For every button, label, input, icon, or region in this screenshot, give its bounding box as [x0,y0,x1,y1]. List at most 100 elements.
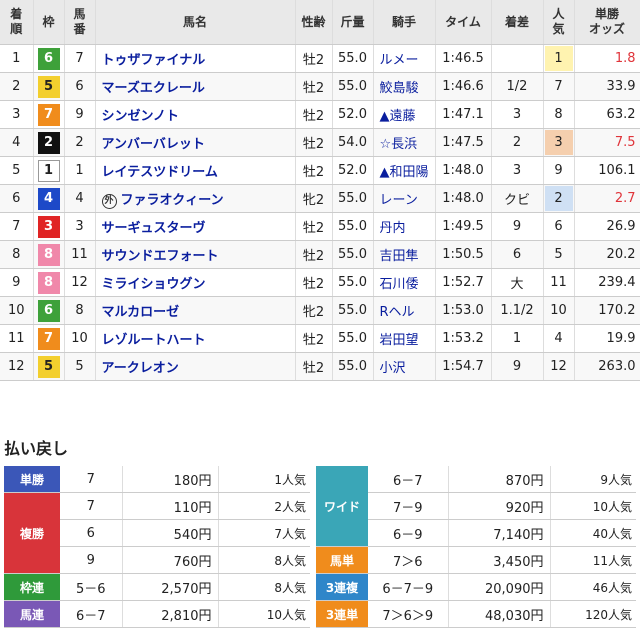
payout-row: 複勝 7 110円 2人気 [4,492,310,574]
race-results-table: 着順 枠 馬番 馬名 性齢 斤量 騎手 タイム 着差 人気 単勝 オッズ 167ト… [0,0,640,381]
popularity-value: 11 [550,275,567,290]
horse-name-link[interactable]: サーギュスターヴ [102,221,206,236]
payout-table-right: ワイド 6－7 870円 9人気 7－9 920円 10人気 6－9 7,140円 40人気 馬単 7… [316,466,636,628]
jockey-link[interactable]: 丹内 [380,221,406,236]
payout-type-label: ワイド [316,466,368,547]
horse-name-cell: マルカローゼ [95,296,296,325]
horse-name-cell: 外ファラオクィーン [95,184,296,213]
payout-type-label: 馬連 [4,600,60,628]
popularity-value: 8 [554,107,563,122]
sexage-cell: 牝2 [295,296,333,325]
weight-cell: 54.0 [332,128,374,157]
results-row: 12 5 5 アークレオン 牡2 55.0 小沢 1:54.7 9 12 263.0 [0,352,640,381]
jockey-link[interactable]: 小沢 [380,361,406,376]
results-row: 6 4 4 外ファラオクィーン 牝2 55.0 レーン 1:48.0 クビ 2 2.7 [0,184,640,213]
horse-name-link[interactable]: シンゼンノト [102,109,179,124]
frame-badge: 5 [37,355,60,378]
sexage-cell: 牡2 [295,268,333,297]
sexage-cell: 牡2 [295,100,333,129]
horse-number-cell: 8 [64,296,96,325]
time-cell: 1:46.5 [435,44,492,73]
frame-cell: 6 [33,296,65,325]
time-cell: 1:54.7 [435,352,492,381]
jockey-link[interactable]: レーン [380,193,418,208]
odds-cell: 33.9 [574,72,640,101]
popularity-cell: 1 [543,44,575,73]
horse-name-link[interactable]: アークレオン [102,361,179,376]
horse-name-cell: アンバーバレット [95,128,296,157]
margin-cell: クビ [491,184,544,213]
col-odds-header: 単勝 オッズ [574,0,640,45]
horse-name-link[interactable]: マルカローゼ [102,305,180,320]
horse-name-link[interactable]: レイテスツドリーム [102,165,218,180]
rank-cell: 8 [0,240,34,269]
time-cell: 1:50.5 [435,240,492,269]
frame-badge: 1 [37,159,60,182]
margin-cell: 9 [491,352,544,381]
payout-popularity: 1人気 [218,466,310,493]
rank-cell: 12 [0,352,34,381]
sexage-cell: 牡2 [295,156,333,185]
jockey-link[interactable]: Rヘル [380,305,415,320]
rank-cell: 10 [0,296,34,325]
jockey-link[interactable]: 吉田隼 [380,249,419,264]
frame-badge: 4 [37,187,60,210]
jockey-link[interactable]: 岩田望 [380,333,419,348]
horse-number-cell: 9 [64,100,96,129]
horse-name-link[interactable]: マーズエクレール [102,81,205,96]
horse-name-link[interactable]: ファラオクィーン [121,193,224,208]
margin-cell [491,44,544,73]
horse-name-cell: マーズエクレール [95,72,296,101]
horse-name-link[interactable]: アンバーバレット [102,137,205,152]
frame-cell: 5 [33,72,65,101]
payout-combination: 5－6 [60,573,123,601]
payout-amount: 20,090円 [448,573,551,601]
time-cell: 1:47.1 [435,100,492,129]
results-row: 3 7 9 シンゼンノト 牡2 52.0 ▲遠藤 1:47.1 3 8 63.2 [0,100,640,129]
horse-name-cell: ミライショウグン [95,268,296,297]
jockey-link[interactable]: ▲遠藤 [380,109,416,124]
payout-combination: 7＞6 [368,546,449,574]
weight-cell: 55.0 [332,352,374,381]
jockey-link[interactable]: ルメー [380,53,419,68]
col-jockey-header: 騎手 [373,0,436,45]
time-cell: 1:53.0 [435,296,492,325]
payout-row: 馬連 6－7 2,810円 10人気 [4,600,310,628]
popularity-cell: 2 [543,184,575,213]
popularity-value: 10 [550,303,567,318]
jockey-link[interactable]: ☆長浜 [380,137,418,152]
frame-cell: 3 [33,212,65,241]
results-row: 9 8 12 ミライショウグン 牡2 55.0 石川倭 1:52.7 大 11 239.4 [0,268,640,297]
jockey-cell: 丹内 [373,212,436,241]
sexage-cell: 牡2 [295,128,333,157]
payout-popularity: 40人気 [550,519,636,547]
odds-cell: 20.2 [574,240,640,269]
frame-cell: 6 [33,44,65,73]
payout-type-label: 馬単 [316,546,368,574]
horse-name-link[interactable]: レゾルートハート [102,333,206,348]
odds-cell: 7.5 [574,128,640,157]
jockey-link[interactable]: 鮫島駿 [380,81,419,96]
jockey-cell: Rヘル [373,296,436,325]
payout-popularity: 7人気 [218,519,310,547]
results-body: 1 6 7 トゥザファイナル 牡2 55.0 ルメー 1:46.5 1 1.8 2 5 6 マーズエクレー… [0,44,640,381]
horse-name-cell: サーギュスターヴ [95,212,296,241]
popularity-value: 2 [544,186,573,211]
weight-cell: 55.0 [332,296,374,325]
weight-cell: 55.0 [332,72,374,101]
margin-cell: 3 [491,100,544,129]
rank-cell: 4 [0,128,34,157]
payout-row: 単勝 7 180円 1人気 [4,466,310,493]
horse-name-link[interactable]: サウンドエフォート [102,249,219,264]
horse-number-cell: 10 [64,324,96,353]
payout-amount: 760円 [122,546,219,574]
jockey-link[interactable]: ▲和田陽 [380,165,429,180]
odds-cell: 263.0 [574,352,640,381]
horse-name-link[interactable]: ミライショウグン [102,277,206,292]
rank-cell: 5 [0,156,34,185]
jockey-link[interactable]: 石川倭 [380,277,419,292]
jockey-cell: レーン [373,184,436,213]
horse-name-link[interactable]: トゥザファイナル [102,53,206,68]
horse-number-cell: 11 [64,240,96,269]
horse-number-cell: 4 [64,184,96,213]
